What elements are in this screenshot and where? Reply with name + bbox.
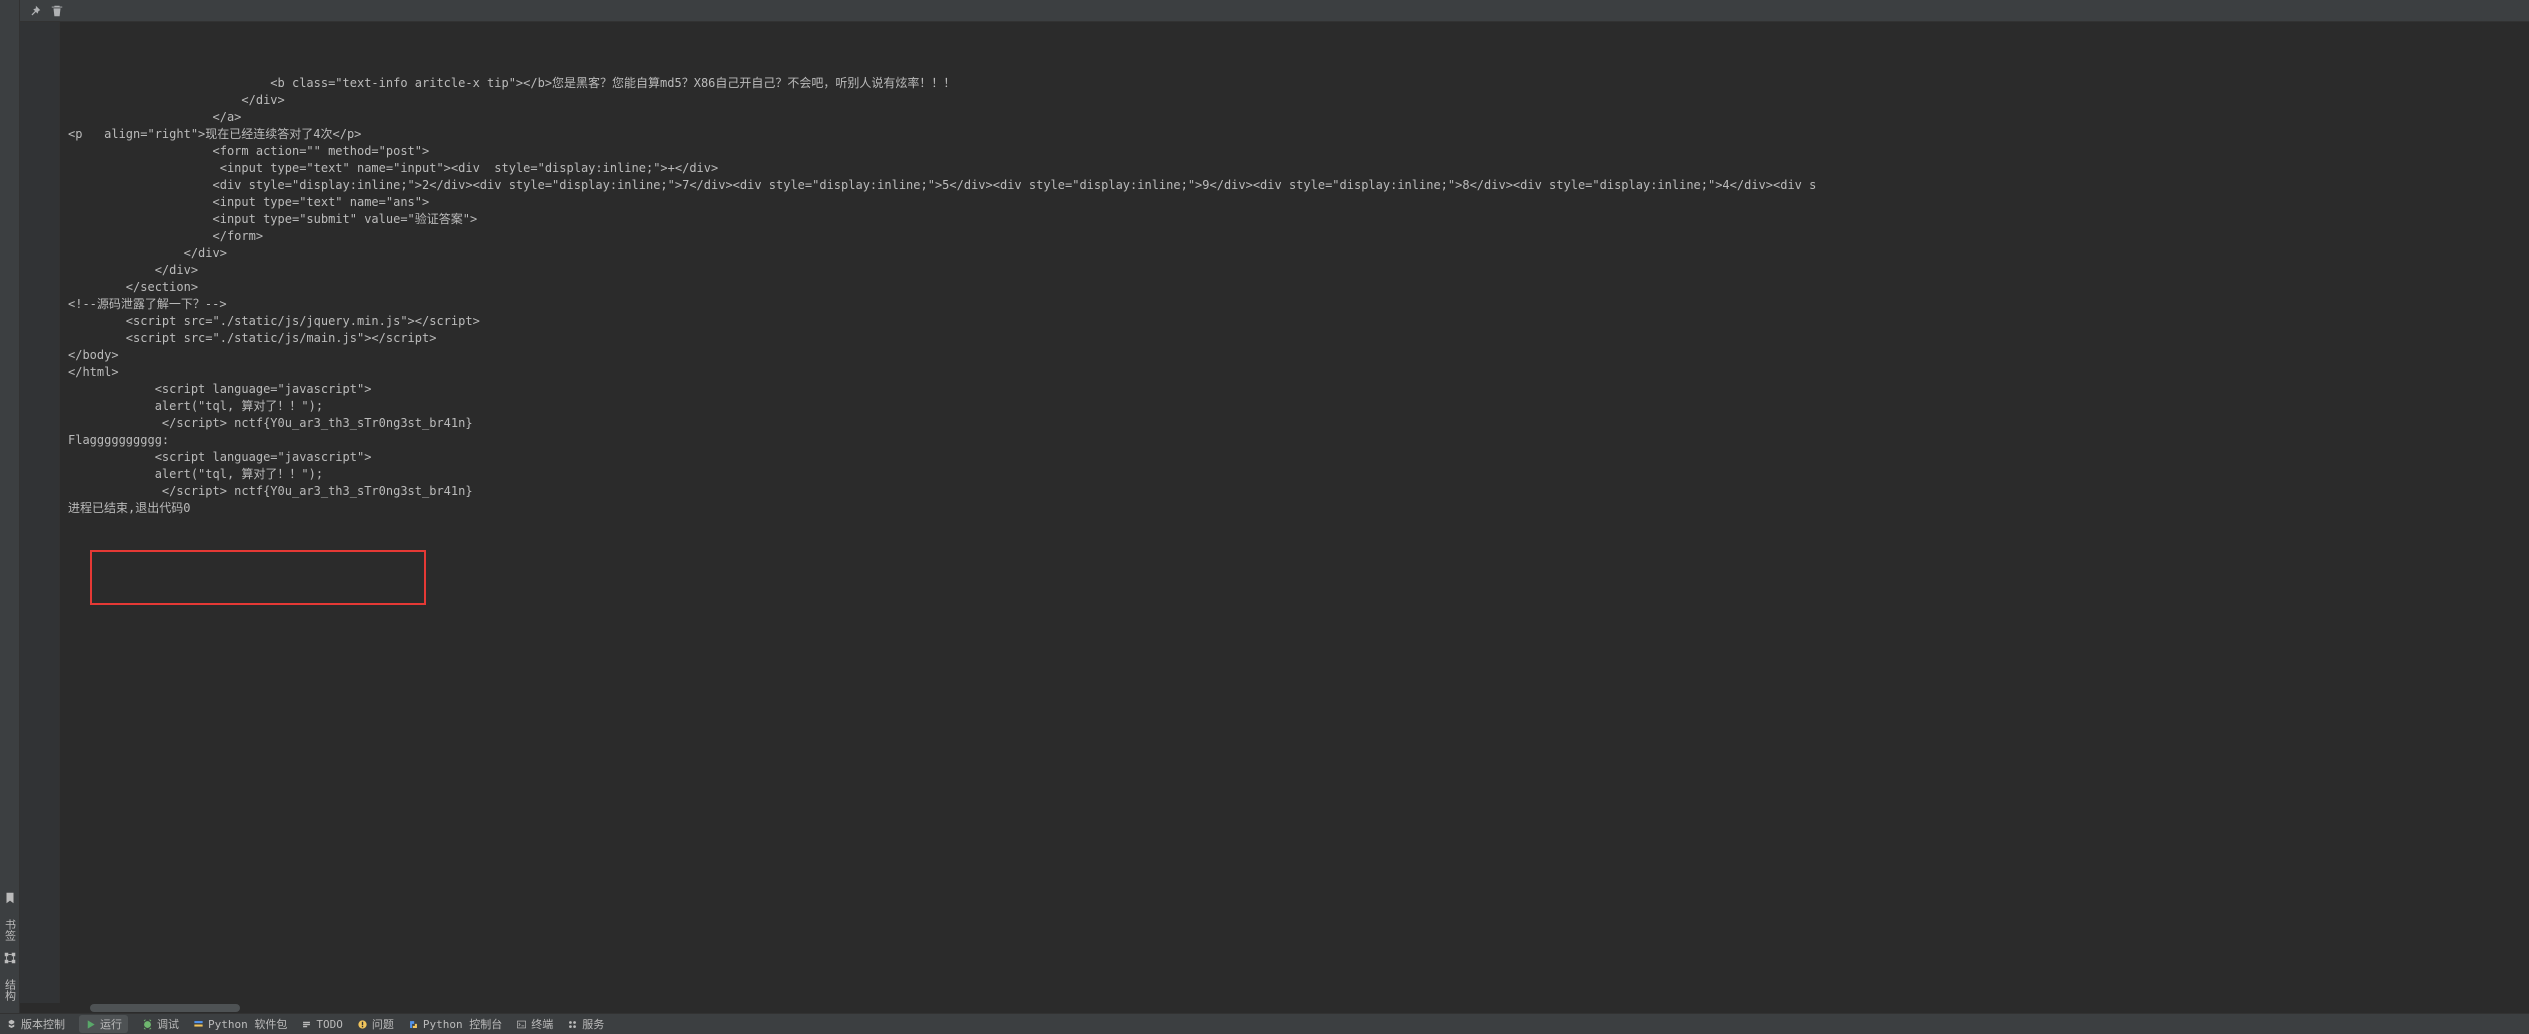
bottom-tab-6[interactable]: Python 控制台 (408, 1016, 502, 1032)
console-line: Flagggggggggg: (68, 432, 2521, 449)
console-line: <p align="right">现在已经连续答对了4次</p> (68, 126, 2521, 143)
sidebar-favorites[interactable]: 书签 (2, 919, 18, 941)
structure-icon[interactable] (3, 951, 17, 965)
bottom-tab-3[interactable]: Python 软件包 (193, 1016, 287, 1032)
console-line: </div> (68, 245, 2521, 262)
console-line: <b class="text-info aritcle-x tip"></b>您… (68, 75, 2521, 92)
horizontal-scrollbar[interactable] (20, 1003, 2529, 1013)
bottom-tab-label: TODO (316, 1018, 343, 1031)
pin-icon[interactable] (28, 4, 42, 18)
console-line: <!--源码泄露了解一下？--> (68, 296, 2521, 313)
console-line: <input type="submit" value="验证答案"> (68, 211, 2521, 228)
bottom-tab-0[interactable]: 版本控制 (6, 1016, 65, 1032)
bottom-tab-label: 终端 (531, 1016, 553, 1032)
bottom-tab-4[interactable]: TODO (301, 1018, 343, 1031)
console-line: alert("tql, 算对了！！"); (68, 398, 2521, 415)
console-line: </div> (68, 92, 2521, 109)
console-line: </body> (68, 347, 2521, 364)
run-tool-window: <b class="text-info aritcle-x tip"></b>您… (20, 0, 2529, 1013)
console-line: <input type="text" name="input"><div sty… (68, 160, 2521, 177)
bottom-tab-label: 版本控制 (21, 1016, 65, 1032)
console-output[interactable]: <b class="text-info aritcle-x tip"></b>您… (60, 22, 2529, 1003)
trash-icon[interactable] (50, 4, 64, 18)
bottom-tab-8[interactable]: 服务 (567, 1016, 604, 1032)
run-panel-header (20, 0, 2529, 22)
scrollbar-thumb[interactable] (90, 1004, 240, 1012)
console-line: <script src="./static/js/main.js"></scri… (68, 330, 2521, 347)
bottom-tab-label: 运行 (100, 1016, 122, 1032)
bottom-tab-label: 调试 (157, 1016, 179, 1032)
console-line: </html> (68, 364, 2521, 381)
bottom-tab-7[interactable]: 终端 (516, 1016, 553, 1032)
sidebar-structure[interactable]: 结构 (2, 979, 18, 1001)
bottom-tab-2[interactable]: 调试 (142, 1016, 179, 1032)
run-gutter (20, 22, 60, 1003)
bottom-tool-bar: 版本控制 运行 调试 Python 软件包 TODO 问题 Python 控制台 终端 服务 (0, 1013, 2529, 1034)
console-line: <script language="javascript"> (68, 449, 2521, 466)
console-line: </form> (68, 228, 2521, 245)
bottom-tab-label: 问题 (372, 1016, 394, 1032)
console-line: </section> (68, 279, 2521, 296)
bookmark-icon[interactable] (3, 891, 17, 905)
console-line: <input type="text" name="ans"> (68, 194, 2521, 211)
bottom-tab-label: Python 软件包 (208, 1016, 287, 1032)
console-line: alert("tql, 算对了！！"); (68, 466, 2521, 483)
console-line: <div style="display:inline;">2</div><div… (68, 177, 2521, 194)
console-line: </a> (68, 109, 2521, 126)
console-line: </script> nctf{Y0u_ar3_th3_sTr0ng3st_br4… (68, 483, 2521, 500)
console-line: </div> (68, 262, 2521, 279)
bottom-tab-label: Python 控制台 (423, 1016, 502, 1032)
console-line: <script src="./static/js/jquery.min.js">… (68, 313, 2521, 330)
console-line: 进程已结束,退出代码0 (68, 500, 2521, 517)
bottom-tab-1[interactable]: 运行 (79, 1015, 128, 1033)
console-line: <form action="" method="post"> (68, 143, 2521, 160)
bottom-tab-label: 服务 (582, 1016, 604, 1032)
bottom-tab-5[interactable]: 问题 (357, 1016, 394, 1032)
console-line: <script language="javascript"> (68, 381, 2521, 398)
console-line: </script> nctf{Y0u_ar3_th3_sTr0ng3st_br4… (68, 415, 2521, 432)
highlight-box (90, 550, 426, 605)
left-toolbar: 书签 结构 (0, 0, 20, 1013)
